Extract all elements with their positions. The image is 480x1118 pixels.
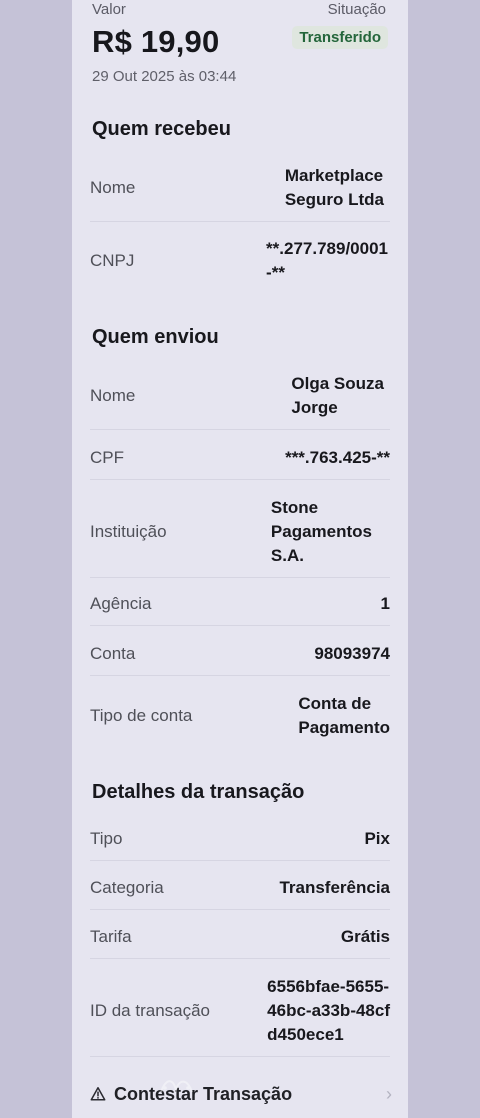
status-label: Situação xyxy=(327,1,386,18)
chevron-right-icon: › xyxy=(386,1084,392,1104)
amount-value: R$ 19,90 xyxy=(92,24,220,59)
warning-icon xyxy=(90,1086,106,1102)
receiver-name-label: Nome xyxy=(90,178,136,197)
transaction-category-row: Categoria Transferência xyxy=(90,866,390,910)
receipt-panel: Valor Situação R$ 19,90 Transferido 29 O… xyxy=(72,0,408,1118)
sender-agency-row: Agência 1 xyxy=(90,582,390,626)
sender-agency-value: 1 xyxy=(380,594,390,613)
transaction-category-value: Transferência xyxy=(279,878,390,897)
sender-cpf-value: ***.763.425-** xyxy=(285,448,390,467)
right-backdrop xyxy=(408,0,480,1118)
value-label: Valor xyxy=(92,1,126,18)
receiver-section-title: Quem recebeu xyxy=(92,118,231,140)
transaction-id-label: ID da transação xyxy=(90,1001,211,1020)
sender-account-value: 98093974 xyxy=(314,644,390,663)
transaction-fee-row: Tarifa Grátis xyxy=(90,915,390,959)
contest-transaction-label: Contestar Transação xyxy=(114,1083,293,1104)
receiver-cnpj-row: CNPJ **.277.789/0001 -** xyxy=(90,226,390,296)
sender-name-row: Nome Olga Souza Jorge xyxy=(90,362,390,430)
sender-account-row: Conta 98093974 xyxy=(90,632,390,676)
sender-account-type-label: Tipo de conta xyxy=(90,706,193,725)
sender-name-label: Nome xyxy=(90,386,136,405)
transaction-type-label: Tipo xyxy=(90,829,123,848)
sender-cpf-label: CPF xyxy=(90,448,124,467)
transaction-datetime: 29 Out 2025 às 03:44 xyxy=(92,68,237,85)
receiver-cnpj-value: **.277.789/0001 -** xyxy=(266,239,388,282)
transaction-section-title: Detalhes da transação xyxy=(92,781,305,803)
sender-account-label: Conta xyxy=(90,644,136,663)
watermark-glyph xyxy=(160,1080,193,1094)
transaction-fee-label: Tarifa xyxy=(90,927,132,946)
sender-institution-value: Stone Pagamentos S.A. xyxy=(270,498,372,565)
transaction-category-label: Categoria xyxy=(90,878,164,897)
sender-section-title: Quem enviou xyxy=(92,326,219,348)
sender-account-type-value: Conta de Pagamento xyxy=(298,694,390,737)
transaction-id-row: ID da transação 6556bfae-5655- 46bc-a33b… xyxy=(90,965,390,1057)
receiver-name-value: Marketplace Seguro Ltda xyxy=(284,166,384,209)
left-backdrop xyxy=(0,0,72,1118)
sender-account-type-row: Tipo de conta Conta de Pagamento xyxy=(90,682,390,750)
transaction-type-value: Pix xyxy=(364,829,390,848)
transaction-fee-value: Grátis xyxy=(340,927,390,946)
receiver-name-row: Nome Marketplace Seguro Ltda xyxy=(90,154,390,222)
transaction-id-value: 6556bfae-5655- 46bc-a33b-48cf d450ece1 xyxy=(267,977,390,1044)
contest-transaction-button[interactable]: Contestar Transação › xyxy=(90,1073,392,1115)
status-badge: Transferido xyxy=(292,26,388,49)
sender-name-value: Olga Souza Jorge xyxy=(291,374,384,417)
sender-cpf-row: CPF ***.763.425-** xyxy=(90,436,390,480)
receiver-cnpj-label: CNPJ xyxy=(90,251,135,270)
sender-agency-label: Agência xyxy=(90,594,152,613)
transaction-type-row: Tipo Pix xyxy=(90,817,390,861)
sender-institution-row: Instituição Stone Pagamentos S.A. xyxy=(90,486,390,578)
sender-institution-label: Instituição xyxy=(90,522,167,541)
